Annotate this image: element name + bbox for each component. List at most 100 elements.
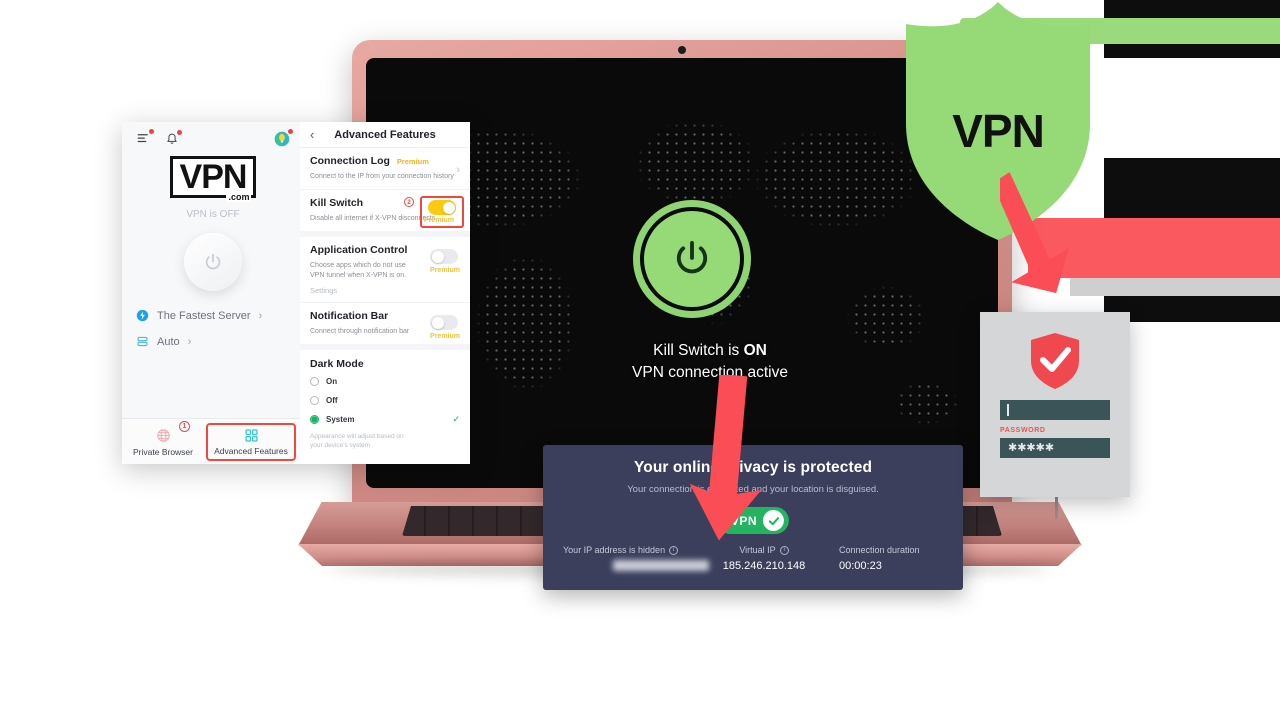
- tab-label: Advanced Features: [214, 445, 288, 456]
- feature-kill-switch[interactable]: Kill Switch Disable all internet if X-VP…: [300, 190, 470, 237]
- login-card-stand: [1055, 497, 1058, 519]
- radio-icon: [310, 377, 319, 386]
- text-cursor: [1007, 404, 1009, 416]
- app-power-button[interactable]: [184, 233, 242, 291]
- password-label: PASSWORD: [1000, 427, 1046, 434]
- stat-virtual-ip: Virtual IP i 185.246.210.148: [709, 545, 819, 576]
- server-row-label: Auto: [157, 335, 180, 348]
- stat-value: 00:00:23: [839, 560, 882, 572]
- logo-box: VPN .com: [169, 156, 257, 202]
- feature-title: Connection Log Premium: [310, 155, 460, 167]
- dark-mode-note: Appearance will adjust based on your dev…: [310, 433, 404, 449]
- server-row-auto[interactable]: Auto ›: [136, 335, 290, 348]
- app-tabbar: 1 Private Browser Advanced Features: [122, 418, 300, 464]
- stat-label: Your IP address is hidden i: [563, 545, 709, 555]
- feature-title-text: Connection Log: [310, 155, 390, 167]
- toggle-knob: [431, 250, 444, 263]
- stat-label: Connection duration: [839, 545, 949, 555]
- application-control-toggle[interactable]: [430, 249, 458, 264]
- decor-bar-black-mid: [1104, 158, 1280, 218]
- vpn-connection-status: VPN is OFF: [186, 209, 240, 220]
- dark-mode-option-label: Off: [326, 396, 338, 405]
- annotation-line-1: Kill Switch is ON: [575, 340, 845, 362]
- connection-stats: Your IP address is hidden i 000.000.000.…: [543, 545, 963, 576]
- toggle-knob: [431, 316, 444, 329]
- arrow-to-status-panel: [690, 375, 762, 541]
- app-topbar: [136, 128, 293, 152]
- notification-bar-toggle[interactable]: [430, 315, 458, 330]
- feature-description: Choose apps which do not use VPN tunnel …: [310, 262, 407, 279]
- step-badge-2: 2: [404, 197, 414, 207]
- stat-label-text: Your IP address is hidden: [563, 545, 666, 555]
- check-icon: ✓: [452, 414, 460, 424]
- decor-bar-grey: [1070, 278, 1280, 296]
- logo-text: VPN: [179, 158, 248, 196]
- server-row-fastest[interactable]: The Fastest Server ›: [136, 309, 290, 322]
- annotation-line-1-strong: ON: [743, 342, 767, 359]
- feature-connection-log[interactable]: Connection Log Premium Connect to the IP…: [300, 148, 470, 190]
- tips-notification-dot: [288, 128, 293, 134]
- chevron-right-icon: ›: [258, 309, 263, 322]
- app-logo: VPN .com: [136, 156, 290, 202]
- chevron-right-icon: ›: [187, 335, 192, 348]
- dark-mode-option-system[interactable]: System ✓: [300, 410, 470, 429]
- login-card: PASSWORD ✱✱✱✱✱: [980, 312, 1130, 497]
- grid-icon: [244, 428, 258, 442]
- premium-label: Premium: [396, 157, 429, 166]
- radio-icon: [310, 396, 319, 405]
- bell-notification-dot: [177, 129, 182, 135]
- feature-description: Connect to the IP from your connection h…: [310, 173, 454, 180]
- info-icon[interactable]: i: [779, 545, 789, 555]
- app-home-panel: VPN .com VPN is OFF The Fastest Server ›: [122, 122, 300, 464]
- arrow-to-login-card: [1000, 172, 1070, 294]
- stat-ip-hidden: Your IP address is hidden i 000.000.000.…: [557, 545, 709, 576]
- bell-icon[interactable]: [165, 129, 182, 151]
- tab-private-browser[interactable]: 1 Private Browser: [122, 420, 204, 457]
- dark-mode-option-off[interactable]: Off: [300, 391, 470, 410]
- private-browser-badge: 1: [179, 420, 190, 432]
- vpn-mobile-app: VPN .com VPN is OFF The Fastest Server ›: [122, 122, 470, 464]
- dark-mode-option-label: System: [326, 415, 355, 424]
- vpn-shield-label: VPN: [952, 105, 1045, 157]
- stat-label-text: Connection duration: [839, 545, 920, 555]
- info-icon[interactable]: i: [669, 545, 679, 555]
- stat-label: Virtual IP i: [709, 545, 819, 555]
- vpn-power-button[interactable]: [633, 200, 751, 318]
- chevron-right-icon[interactable]: ›: [456, 164, 460, 176]
- dark-mode-title: Dark Mode: [310, 358, 364, 370]
- menu-notification-dot: [149, 129, 154, 134]
- power-icon: [205, 253, 221, 270]
- shield-check-icon: [1031, 333, 1079, 389]
- advanced-features-panel: ‹ Advanced Features Connection Log Premi…: [300, 122, 470, 464]
- premium-label: Premium: [430, 267, 460, 274]
- page-title: Advanced Features: [334, 128, 436, 141]
- feature-application-control[interactable]: Application Control Choose apps which do…: [300, 237, 470, 303]
- password-field[interactable]: ✱✱✱✱✱: [1000, 438, 1110, 458]
- feature-settings-link[interactable]: Settings: [310, 286, 460, 295]
- power-button-core: [644, 211, 740, 307]
- bolt-icon: [136, 309, 149, 322]
- advanced-features-header: ‹ Advanced Features: [300, 122, 470, 148]
- laptop-camera: [678, 46, 686, 54]
- tab-advanced-features[interactable]: Advanced Features: [206, 422, 296, 461]
- decor-bar-white: [1104, 58, 1280, 158]
- radio-icon-selected: [310, 415, 319, 424]
- server-row-label: The Fastest Server: [157, 309, 251, 322]
- stat-label-text: Virtual IP: [739, 545, 776, 555]
- stat-connection-duration: Connection duration 00:00:23: [819, 545, 949, 576]
- lightbulb-icon[interactable]: [274, 128, 293, 152]
- logo-suffix: .com: [226, 192, 252, 202]
- globe-icon: [156, 428, 170, 442]
- screenshot-root: Kill Switch is ON VPN connection active …: [0, 0, 1280, 720]
- kill-switch-highlight-box: [420, 196, 464, 228]
- tab-label: Private Browser: [133, 446, 193, 457]
- feature-notification-bar[interactable]: Notification Bar Connect through notific…: [300, 303, 470, 350]
- stat-value-blurred: 000.000.000.000: [613, 560, 709, 571]
- annotation-line-1-prefix: Kill Switch is: [653, 342, 744, 359]
- dark-mode-section: Dark Mode On Off System ✓ Appearance wil…: [300, 350, 470, 458]
- chevron-left-icon[interactable]: ‹: [310, 127, 326, 142]
- username-field[interactable]: [1000, 400, 1110, 420]
- topbar-left-icons: [136, 129, 182, 151]
- dark-mode-option-on[interactable]: On: [300, 372, 470, 391]
- menu-icon[interactable]: [136, 129, 154, 151]
